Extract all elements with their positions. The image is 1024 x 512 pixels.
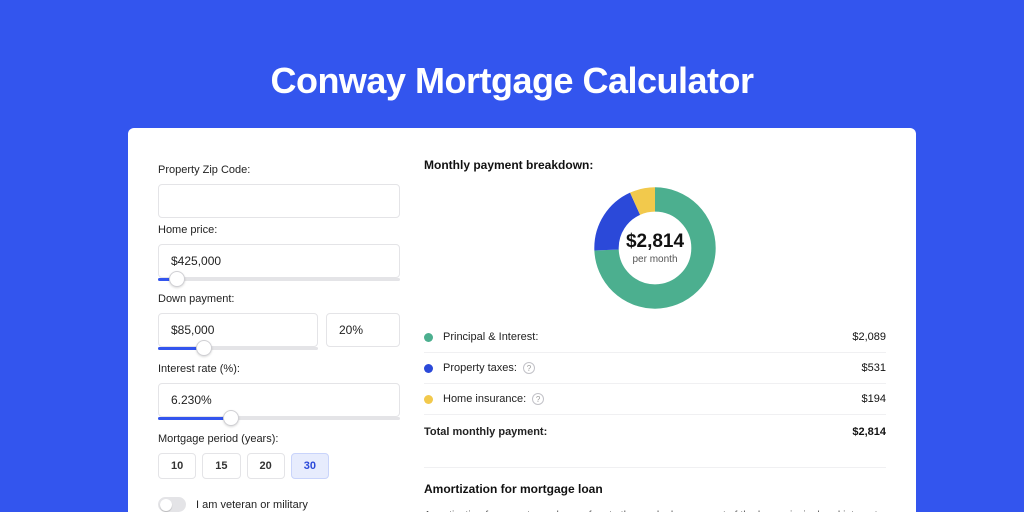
home-price-label: Home price: <box>158 224 400 236</box>
total-label: Total monthly payment: <box>424 426 852 438</box>
legend-value: $531 <box>862 362 886 374</box>
home-price-slider[interactable] <box>158 274 400 288</box>
info-icon[interactable]: ? <box>523 362 535 374</box>
down-payment-slider[interactable] <box>158 343 318 357</box>
veteran-toggle[interactable] <box>158 497 186 512</box>
amortization-text: Amortization for a mortgage loan refers … <box>424 508 886 512</box>
legend-home-insurance: Home insurance: ? $194 <box>424 384 886 415</box>
dot-icon <box>424 395 433 404</box>
page-background: Conway Mortgage Calculator Property Zip … <box>0 0 1024 512</box>
donut-chart: $2,814 per month <box>591 184 719 312</box>
legend-property-taxes: Property taxes: ? $531 <box>424 353 886 384</box>
interest-rate-input[interactable] <box>158 383 400 417</box>
period-option-10[interactable]: 10 <box>158 453 196 479</box>
veteran-label: I am veteran or military <box>196 499 308 511</box>
legend-label: Principal & Interest: <box>443 331 852 343</box>
legend-value: $2,089 <box>852 331 886 343</box>
amortization-section: Amortization for mortgage loan Amortizat… <box>424 467 886 512</box>
slider-thumb[interactable] <box>169 271 185 287</box>
down-payment-label: Down payment: <box>158 293 400 305</box>
legend-total: Total monthly payment: $2,814 <box>424 415 886 447</box>
total-value: $2,814 <box>852 426 886 438</box>
calculator-panel: Property Zip Code: Home price: Down paym… <box>128 128 916 512</box>
period-segmented: 10 15 20 30 <box>158 453 400 479</box>
breakdown-title: Monthly payment breakdown: <box>424 158 886 172</box>
interest-rate-label: Interest rate (%): <box>158 363 400 375</box>
period-option-20[interactable]: 20 <box>247 453 285 479</box>
legend-principal-interest: Principal & Interest: $2,089 <box>424 322 886 353</box>
period-option-15[interactable]: 15 <box>202 453 240 479</box>
form-column: Property Zip Code: Home price: Down paym… <box>158 158 400 512</box>
slider-thumb[interactable] <box>196 340 212 356</box>
zip-label: Property Zip Code: <box>158 164 400 176</box>
home-price-input[interactable] <box>158 244 400 278</box>
slider-thumb[interactable] <box>223 410 239 426</box>
down-payment-input[interactable] <box>158 313 318 347</box>
legend-label: Home insurance: <box>443 393 526 405</box>
dot-icon <box>424 364 433 373</box>
info-icon[interactable]: ? <box>532 393 544 405</box>
down-payment-pct-input[interactable] <box>326 313 400 347</box>
donut-amount: $2,814 <box>626 231 684 253</box>
amortization-title: Amortization for mortgage loan <box>424 482 886 496</box>
dot-icon <box>424 333 433 342</box>
page-title: Conway Mortgage Calculator <box>0 60 1024 102</box>
period-label: Mortgage period (years): <box>158 433 400 445</box>
donut-label: per month <box>632 254 677 265</box>
period-option-30[interactable]: 30 <box>291 453 329 479</box>
zip-input[interactable] <box>158 184 400 218</box>
donut-chart-area: $2,814 per month <box>424 184 886 312</box>
interest-rate-slider[interactable] <box>158 413 400 427</box>
legend-value: $194 <box>862 393 886 405</box>
breakdown-column: Monthly payment breakdown: $2,814 per mo… <box>424 158 886 512</box>
legend-label: Property taxes: <box>443 362 517 374</box>
